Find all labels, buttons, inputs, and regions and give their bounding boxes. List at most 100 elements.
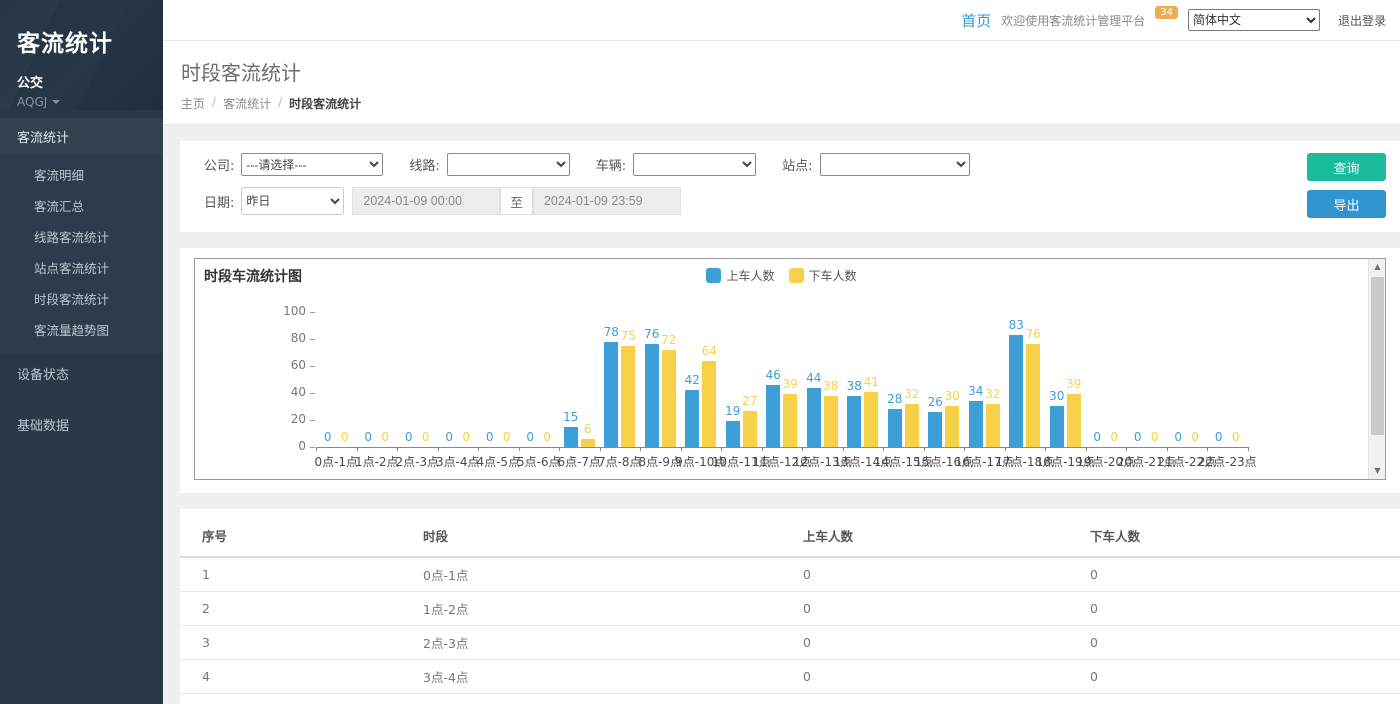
table-row: 21点-2点00	[180, 592, 1400, 626]
org-name: 公交	[17, 72, 163, 91]
x-axis-line	[316, 447, 1248, 448]
table-cell: 4	[180, 660, 415, 694]
x-axis-tick	[843, 447, 844, 451]
sidebar-subitem-4[interactable]: 时段客流统计	[0, 283, 163, 314]
x-axis-tick	[1167, 447, 1168, 451]
sidebar-subitem-2[interactable]: 线路客流统计	[0, 221, 163, 252]
company-select[interactable]: ---请选择---	[241, 153, 383, 176]
line-select[interactable]	[447, 153, 570, 176]
alighting-bar	[783, 394, 797, 447]
alighting-bar	[986, 404, 1000, 447]
table-cell: 0	[795, 626, 1082, 660]
sidebar-subitem-0[interactable]: 客流明细	[0, 159, 163, 190]
date-preset-select[interactable]: 昨日	[241, 187, 344, 215]
alighting-bar	[864, 392, 878, 447]
alighting-bar	[581, 439, 595, 447]
x-axis-tick	[397, 447, 398, 451]
table-cell: 0	[1082, 694, 1400, 704]
x-axis-category-label: 5点-6点	[517, 453, 561, 470]
sidebar-item-1[interactable]: 基础数据	[0, 404, 163, 445]
sidebar: 客流统计 公交 AQGJ 客流统计 客流明细客流汇总线路客流统计站点客流统计时段…	[0, 0, 163, 704]
breadcrumb-item-0[interactable]: 主页	[181, 95, 205, 112]
x-axis-tick	[721, 447, 722, 451]
sidebar-subitem-1[interactable]: 客流汇总	[0, 190, 163, 221]
alighting-bar	[662, 350, 676, 447]
breadcrumb-separator: /	[212, 95, 216, 112]
table-column-header-2: 上车人数	[795, 513, 1082, 557]
filter-row-selects: 公司: ---请选择--- 线路: 车辆: 站点:	[204, 153, 970, 176]
table-header-row: 序号时段上车人数下车人数	[180, 513, 1400, 557]
x-axis-tick	[1086, 447, 1087, 451]
x-axis-category-label: 22点-23点	[1198, 453, 1257, 470]
breadcrumb-item-1[interactable]: 客流统计	[223, 95, 271, 112]
x-axis-category-label: 1点-2点	[355, 453, 399, 470]
x-axis-tick	[357, 447, 358, 451]
page-title: 时段客流统计	[181, 57, 1400, 86]
bar-value-label: 0	[534, 430, 560, 444]
sidebar-subitem-5[interactable]: 客流量趋势图	[0, 314, 163, 345]
boarding-bar	[847, 396, 861, 447]
logout-link[interactable]: 退出登录	[1338, 12, 1386, 29]
alighting-bar	[621, 346, 635, 447]
bar-value-label: 32	[980, 387, 1006, 401]
sidebar-subitem-3[interactable]: 站点客流统计	[0, 252, 163, 283]
sidebar-item-0[interactable]: 设备状态	[0, 353, 163, 394]
x-axis-category-label: 7点-8点	[598, 453, 642, 470]
x-axis-tick	[964, 447, 965, 451]
boarding-bar	[1009, 335, 1023, 447]
x-axis-tick	[681, 447, 682, 451]
bar-value-label: 0	[1142, 430, 1168, 444]
scroll-down-arrow-icon[interactable]: ▼	[1369, 463, 1386, 479]
alighting-bar	[702, 361, 716, 447]
org-code-dropdown[interactable]: AQGJ	[17, 95, 163, 109]
alighting-bar	[945, 406, 959, 447]
table-column-header-3: 下车人数	[1082, 513, 1400, 557]
table-cell: 2点-3点	[415, 626, 795, 660]
export-button[interactable]: 导出	[1307, 190, 1386, 218]
notification-badge: 34	[1155, 6, 1178, 19]
sidebar-menu: 客流统计 客流明细客流汇总线路客流统计站点客流统计时段客流统计客流量趋势图 设备…	[0, 118, 163, 445]
table-cell: 0	[795, 660, 1082, 694]
station-select[interactable]	[820, 153, 970, 176]
vehicle-select[interactable]	[633, 153, 756, 176]
table-cell: 0	[795, 592, 1082, 626]
scroll-up-arrow-icon[interactable]: ▲	[1369, 259, 1386, 275]
bar-value-label: 72	[656, 333, 682, 347]
table-cell: 1点-2点	[415, 592, 795, 626]
filter-row-date: 日期: 昨日 至	[204, 187, 970, 215]
boarding-bar	[604, 342, 618, 447]
sidebar-section-passenger-stats[interactable]: 客流统计	[0, 118, 163, 155]
x-axis-tick	[559, 447, 560, 451]
table-cell: 5	[180, 694, 415, 704]
table-cell: 2	[180, 592, 415, 626]
bar-value-label: 64	[696, 344, 722, 358]
boarding-bar	[928, 412, 942, 447]
chart-panel: 时段车流统计图 上车人数下车人数 020406080100000点-1点001点…	[180, 248, 1400, 493]
table-column-header-1: 时段	[415, 513, 795, 557]
table-panel: 序号时段上车人数下车人数 10点-1点0021点-2点0032点-3点0043点…	[180, 509, 1400, 704]
y-axis-tick-label: 100	[276, 304, 306, 318]
brand-area: 客流统计 公交 AQGJ	[0, 0, 163, 110]
y-axis-tick	[310, 366, 315, 367]
scrollbar-thumb[interactable]	[1371, 277, 1384, 435]
table-cell: 1	[180, 557, 415, 592]
boarding-bar	[807, 388, 821, 447]
bar-value-label: 0	[1101, 430, 1127, 444]
sidebar-extra-items: 设备状态基础数据	[0, 353, 163, 445]
filter-rows: 公司: ---请选择--- 线路: 车辆: 站点: 日期: 昨日	[204, 153, 970, 218]
home-link[interactable]: 首页	[961, 10, 991, 31]
table-cell: 0	[1082, 626, 1400, 660]
bar-value-label: 39	[1061, 377, 1087, 391]
chart-container: 时段车流统计图 上车人数下车人数 020406080100000点-1点001点…	[194, 258, 1386, 480]
query-button[interactable]: 查询	[1307, 153, 1386, 181]
bar-value-label: 39	[777, 377, 803, 391]
chevron-down-icon	[52, 100, 60, 104]
date-from-input[interactable]	[352, 187, 500, 215]
date-to-input[interactable]	[533, 187, 681, 215]
alighting-bar	[743, 411, 757, 447]
bar-value-label: 6	[575, 422, 601, 436]
chart-vertical-scrollbar[interactable]: ▲ ▼	[1368, 259, 1385, 479]
language-select[interactable]: 简体中文	[1188, 9, 1320, 31]
sidebar-submenu: 客流明细客流汇总线路客流统计站点客流统计时段客流统计客流量趋势图	[0, 155, 163, 353]
vehicle-label: 车辆:	[596, 155, 626, 174]
